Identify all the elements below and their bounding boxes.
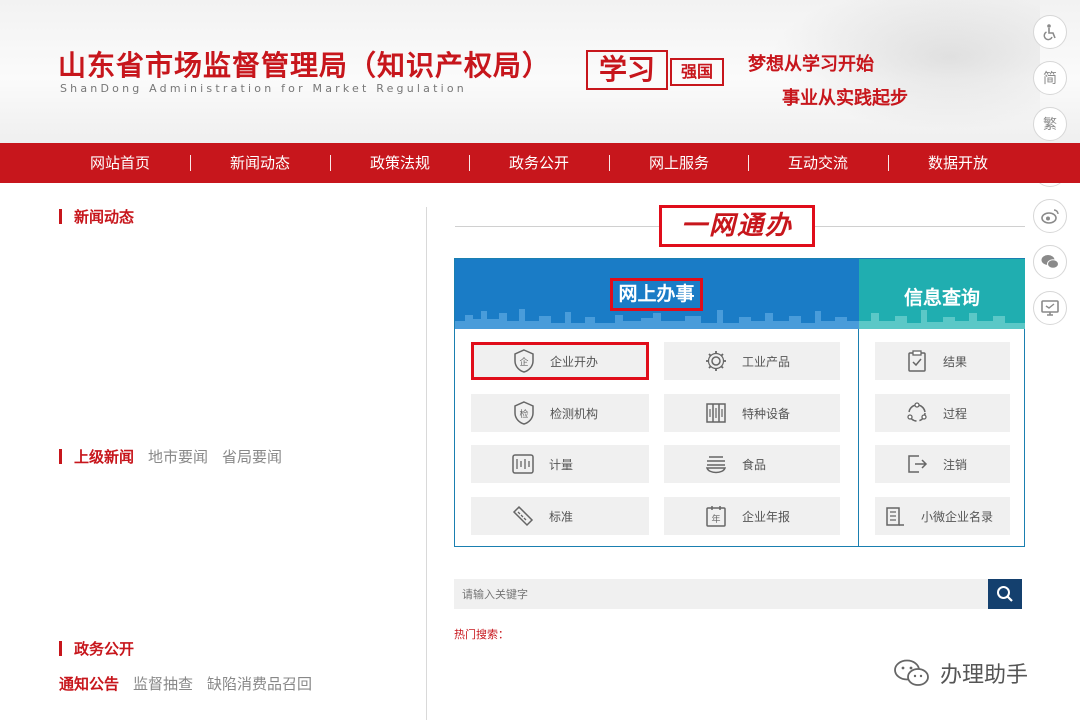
one-network-title: 一网通办 <box>659 205 815 247</box>
process-cycle-icon <box>905 401 929 425</box>
query-label: 注销 <box>943 457 968 472</box>
traditional-chinese-button[interactable]: 繁 <box>1033 107 1067 141</box>
nav-separator <box>748 155 749 171</box>
tab-recall[interactable]: 缺陷消费品召回 <box>207 675 312 693</box>
gear-icon <box>704 349 728 373</box>
service-label: 食品 <box>742 457 767 472</box>
tab-city-news[interactable]: 地市要闻 <box>148 448 208 466</box>
wechat-logo-icon <box>894 659 929 686</box>
info-query-title[interactable]: 信息查询 <box>859 283 1025 310</box>
svg-text:企: 企 <box>519 356 528 368</box>
food-bowl-icon <box>704 452 728 476</box>
news-section-title[interactable]: 新闻动态 <box>74 208 134 226</box>
online-service-title[interactable]: 网上办事 <box>610 278 703 311</box>
service-label: 工业产品 <box>742 354 791 369</box>
accessibility-icon[interactable] <box>1033 15 1067 49</box>
nav-online-service[interactable]: 网上服务 <box>649 143 709 183</box>
hot-search-label: 热门搜索： <box>454 628 509 641</box>
info-query-header: 信息查询 <box>859 259 1025 329</box>
query-label: 小微企业名录 <box>921 509 994 524</box>
service-label: 标准 <box>549 509 574 524</box>
page: 山东省市场监督管理局（知识产权局） ShanDong Administratio… <box>0 0 1080 720</box>
upper-news-header: 上级新闻 地市要闻 省局要闻 <box>59 446 282 467</box>
tab-provincial-news[interactable]: 省局要闻 <box>222 448 282 466</box>
svg-text:检: 检 <box>519 408 528 420</box>
service-label: 计量 <box>549 457 574 472</box>
main-nav: 网站首页 新闻动态 政策法规 政务公开 网上服务 互动交流 数据开放 <box>0 143 1080 183</box>
standards-button[interactable]: 标准 <box>471 497 649 535</box>
nav-gov-open[interactable]: 政务公开 <box>509 143 569 183</box>
simplified-chinese-button[interactable]: 简 <box>1033 61 1067 95</box>
section-bar <box>59 209 62 224</box>
feedback-screen-icon[interactable] <box>1033 291 1067 325</box>
slogan-line2: 事业从实践起步 <box>782 88 908 109</box>
enterprise-shield-icon: 企 <box>512 349 536 373</box>
wechat-icon[interactable] <box>1033 245 1067 279</box>
service-label: 特种设备 <box>742 406 791 421</box>
query-process-button[interactable]: 过程 <box>875 394 1010 432</box>
query-label: 结果 <box>943 354 968 369</box>
nav-home[interactable]: 网站首页 <box>90 143 150 183</box>
watermark-text: 办理助手 <box>940 663 1029 688</box>
gov-open-header: 政务公开 <box>59 638 134 659</box>
slogan-line1: 梦想从学习开始 <box>748 54 874 75</box>
special-equipment-icon <box>704 401 728 425</box>
section-bar <box>59 449 62 464</box>
gov-open-title[interactable]: 政务公开 <box>74 640 134 658</box>
ruler-icon <box>511 504 535 528</box>
weibo-icon[interactable] <box>1033 199 1067 233</box>
calendar-year-icon: 年 <box>704 504 728 528</box>
news-section-header: 新闻动态 <box>59 206 134 227</box>
watermark: 办理助手 <box>892 653 1028 693</box>
nav-open-data[interactable]: 数据开放 <box>928 143 988 183</box>
search-button[interactable] <box>988 579 1022 609</box>
service-panel: 网上办事 信息查询 企 企业开办 工业产品 检 检测机构 特种设备 计量 食品 … <box>454 258 1025 547</box>
section-bar <box>59 641 62 656</box>
tab-upper-news[interactable]: 上级新闻 <box>74 448 134 466</box>
badge-sub-text: 强国 <box>670 58 724 86</box>
site-subtitle: ShanDong Administration for Market Regul… <box>60 82 467 95</box>
clipboard-check-icon <box>905 349 929 373</box>
search-input[interactable] <box>454 579 988 609</box>
enterprise-startup-button[interactable]: 企 企业开办 <box>471 342 649 380</box>
year-glyph: 年 <box>711 513 720 525</box>
inspection-shield-icon: 检 <box>512 401 536 425</box>
industrial-products-button[interactable]: 工业产品 <box>664 342 840 380</box>
service-label: 企业开办 <box>550 354 599 369</box>
query-result-button[interactable]: 结果 <box>875 342 1010 380</box>
online-service-header: 网上办事 <box>455 259 859 329</box>
search-icon <box>997 586 1013 602</box>
tab-supervision[interactable]: 监督抽查 <box>133 675 193 693</box>
nav-separator <box>469 155 470 171</box>
site-title[interactable]: 山东省市场监督管理局（知识产权局） <box>58 44 551 84</box>
meter-icon <box>511 452 535 476</box>
nav-interaction[interactable]: 互动交流 <box>788 143 848 183</box>
annual-report-button[interactable]: 年 企业年报 <box>664 497 840 535</box>
logout-icon <box>905 452 929 476</box>
nav-policy[interactable]: 政策法规 <box>370 143 430 183</box>
nav-separator <box>609 155 610 171</box>
site-header: 山东省市场监督管理局（知识产权局） ShanDong Administratio… <box>0 0 1080 143</box>
column-divider <box>426 207 427 720</box>
badge-main-text: 学习 <box>586 50 668 90</box>
service-label: 企业年报 <box>742 509 791 524</box>
gov-open-tabs: 通知公告 监督抽查 缺陷消费品召回 <box>59 673 326 694</box>
tab-notices[interactable]: 通知公告 <box>59 675 119 693</box>
xuexi-qiangguo-badge[interactable]: 学习 强国 <box>586 50 724 90</box>
building-list-icon <box>883 504 907 528</box>
nav-separator <box>330 155 331 171</box>
query-small-business-button[interactable]: 小微企业名录 <box>875 497 1010 535</box>
metrology-button[interactable]: 计量 <box>471 445 649 483</box>
panel-divider <box>858 329 859 547</box>
service-label: 检测机构 <box>550 406 599 421</box>
testing-agency-button[interactable]: 检 检测机构 <box>471 394 649 432</box>
nav-separator <box>888 155 889 171</box>
food-button[interactable]: 食品 <box>664 445 840 483</box>
nav-separator <box>190 155 191 171</box>
special-equipment-button[interactable]: 特种设备 <box>664 394 840 432</box>
query-deregistration-button[interactable]: 注销 <box>875 445 1010 483</box>
query-label: 过程 <box>943 406 968 421</box>
nav-news[interactable]: 新闻动态 <box>230 143 290 183</box>
